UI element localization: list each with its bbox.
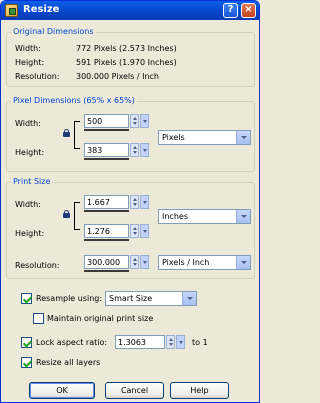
- print-width-slider[interactable]: [84, 210, 129, 212]
- help-button[interactable]: Help: [170, 382, 229, 399]
- resize-app-icon: [5, 4, 18, 17]
- print-resolution-label: Resolution:: [15, 261, 60, 270]
- resample-label[interactable]: Resample using:: [36, 294, 102, 303]
- pixel-width-spinner[interactable]: [130, 114, 139, 128]
- original-resolution-value: 300.000 Pixels / Inch: [76, 72, 159, 81]
- pixel-width-label: Width:: [15, 119, 41, 128]
- original-dimensions-label: Original Dimensions: [11, 27, 96, 36]
- print-height-label: Height:: [15, 229, 45, 238]
- lock-aspect-suffix: to 1: [192, 338, 208, 347]
- pixel-lock-icon[interactable]: [63, 129, 70, 137]
- chevron-down-icon[interactable]: [182, 292, 196, 305]
- lock-aspect-input[interactable]: [115, 335, 165, 349]
- pixel-dimensions-label: Pixel Dimensions (65% x 65%): [11, 96, 137, 105]
- chevron-down-icon[interactable]: [236, 256, 250, 269]
- print-resolution-units-select[interactable]: Pixels / Inch: [158, 255, 251, 270]
- print-width-input[interactable]: [84, 195, 129, 209]
- print-height-spinner[interactable]: [130, 224, 139, 238]
- original-resolution-label: Resolution:: [15, 72, 60, 81]
- print-units-value: Inches: [162, 212, 188, 221]
- resample-checkbox[interactable]: [21, 293, 32, 304]
- print-size-label: Print Size: [11, 177, 53, 186]
- print-height-dropdown[interactable]: [140, 224, 149, 238]
- title-close-button[interactable]: ×: [241, 3, 256, 18]
- print-width-label: Width:: [15, 200, 41, 209]
- pixel-units-select[interactable]: Pixels: [158, 130, 251, 145]
- pixel-height-label: Height:: [15, 148, 45, 157]
- pixel-height-spinner[interactable]: [130, 143, 139, 157]
- pixel-width-slider[interactable]: [84, 129, 129, 131]
- cancel-button[interactable]: Cancel: [105, 382, 164, 399]
- print-width-dropdown[interactable]: [140, 195, 149, 209]
- original-width-label: Width:: [15, 44, 41, 53]
- print-link-bracket: [74, 202, 80, 230]
- pixel-height-dropdown[interactable]: [140, 143, 149, 157]
- print-resolution-input[interactable]: [84, 255, 129, 269]
- resize-all-layers-label[interactable]: Resize all layers: [36, 358, 100, 367]
- resample-method-select[interactable]: Smart Size: [105, 291, 197, 306]
- pixel-height-slider[interactable]: [84, 158, 129, 160]
- chevron-down-icon[interactable]: [236, 131, 250, 144]
- title-help-button[interactable]: ?: [223, 3, 238, 18]
- pixel-units-value: Pixels: [162, 133, 185, 142]
- print-width-spinner[interactable]: [130, 195, 139, 209]
- original-width-value: 772 Pixels (2.573 Inches): [76, 44, 177, 53]
- original-height-label: Height:: [15, 58, 45, 67]
- resize-all-layers-checkbox[interactable]: [21, 357, 32, 368]
- ok-button[interactable]: OK: [29, 382, 95, 399]
- print-lock-icon[interactable]: [63, 210, 70, 218]
- resample-method-value: Smart Size: [109, 294, 153, 303]
- maintain-print-size-label[interactable]: Maintain original print size: [47, 314, 153, 323]
- lock-aspect-label[interactable]: Lock aspect ratio:: [36, 338, 107, 347]
- chevron-down-icon[interactable]: [236, 210, 250, 223]
- print-resolution-units-value: Pixels / Inch: [162, 258, 210, 267]
- print-resolution-spinner[interactable]: [130, 255, 139, 269]
- print-resolution-dropdown[interactable]: [140, 255, 149, 269]
- pixel-link-bracket: [74, 121, 80, 149]
- pixel-height-input[interactable]: [84, 143, 129, 157]
- dialog-title: Resize: [23, 4, 60, 15]
- original-height-value: 591 Pixels (1.970 Inches): [76, 58, 177, 67]
- maintain-print-size-checkbox[interactable]: [33, 313, 44, 324]
- print-units-select[interactable]: Inches: [158, 209, 251, 224]
- lock-aspect-dropdown[interactable]: [176, 335, 185, 349]
- print-height-slider[interactable]: [84, 239, 129, 241]
- lock-aspect-checkbox[interactable]: [21, 337, 32, 348]
- title-bar[interactable]: Resize ? ×: [1, 1, 259, 20]
- lock-aspect-spinner[interactable]: [166, 335, 175, 349]
- print-resolution-slider[interactable]: [84, 270, 129, 272]
- pixel-width-input[interactable]: [84, 114, 129, 128]
- print-height-input[interactable]: [84, 224, 129, 238]
- resize-dialog: Resize ? × Original Dimensions Width: 77…: [0, 0, 260, 403]
- pixel-width-dropdown[interactable]: [140, 114, 149, 128]
